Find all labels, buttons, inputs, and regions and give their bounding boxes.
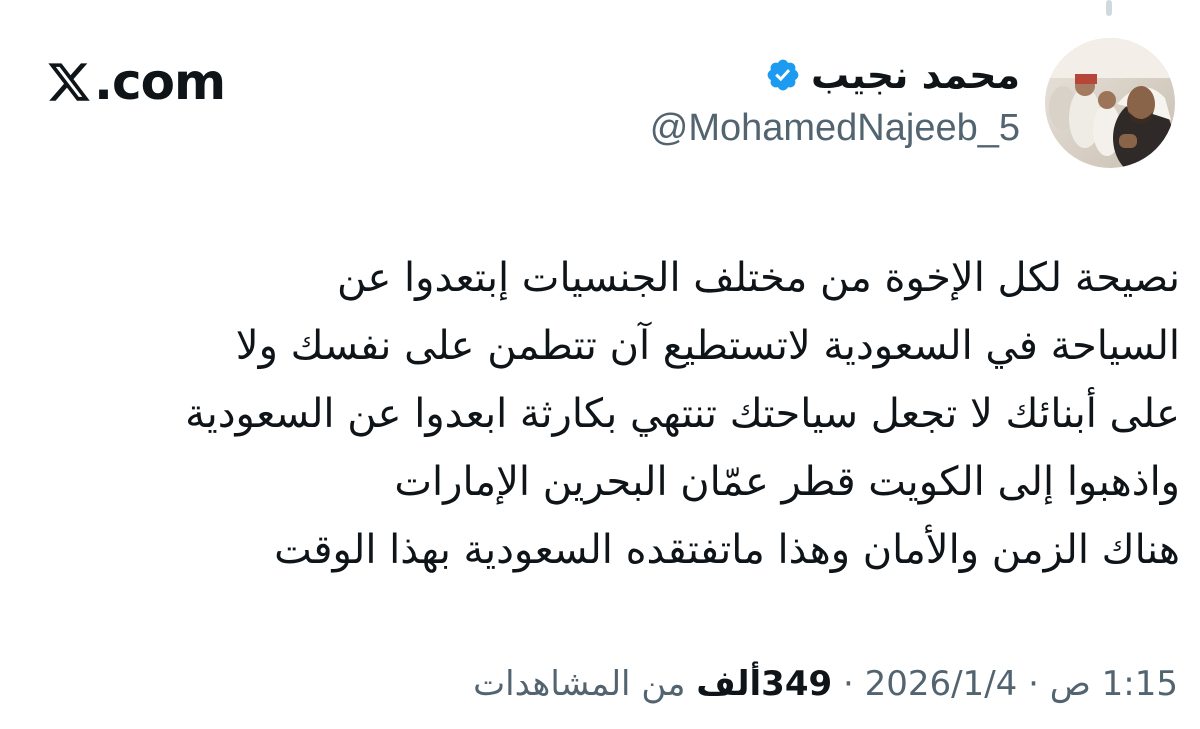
tweet-line: هناك الزمن والأمان وهذا ماتفتقده السعودي… — [274, 527, 1180, 573]
meta-separator: · — [842, 664, 854, 704]
x-brand: .com — [46, 52, 226, 112]
x-logo-icon — [46, 59, 92, 105]
tweet-line: واذهبوا إلى الكويت قطر عمّان البحرين الإ… — [394, 459, 1180, 505]
views-count: 349ألف — [696, 664, 833, 704]
tweet-line: على أبنائك لا تجعل سياحتك تنتهي بكارثة ا… — [185, 391, 1180, 437]
tweet-time[interactable]: 1:15 ص — [1050, 664, 1178, 704]
brand-domain: .com — [94, 53, 226, 111]
tweet-metadata: 1:15 ص · 2026/1/4 · 349ألف من المشاهدات — [473, 660, 1178, 708]
tweet-line: السياحة في السعودية لاتستطيع آن تتطمن عل… — [235, 323, 1180, 369]
display-name[interactable]: محمد نجيب — [811, 52, 1020, 98]
verified-badge-icon — [765, 57, 801, 93]
meta-separator: · — [1028, 664, 1039, 704]
user-handle[interactable]: @MohamedNajeeb_5 — [650, 104, 1020, 152]
tweet-body: نصيحة لكل الإخوة من مختلف الجنسيات إبتعد… — [20, 244, 1180, 584]
tweet-line: نصيحة لكل الإخوة من مختلف الجنسيات إبتعد… — [337, 255, 1180, 301]
tweet-author[interactable]: محمد نجيب @MohamedNajeeb_5 — [650, 52, 1020, 152]
views-label: من المشاهدات — [473, 664, 686, 704]
avatar[interactable] — [1045, 38, 1175, 168]
tweet-date[interactable]: 2026/1/4 — [865, 664, 1018, 704]
scroll-indicator — [1106, 0, 1112, 16]
